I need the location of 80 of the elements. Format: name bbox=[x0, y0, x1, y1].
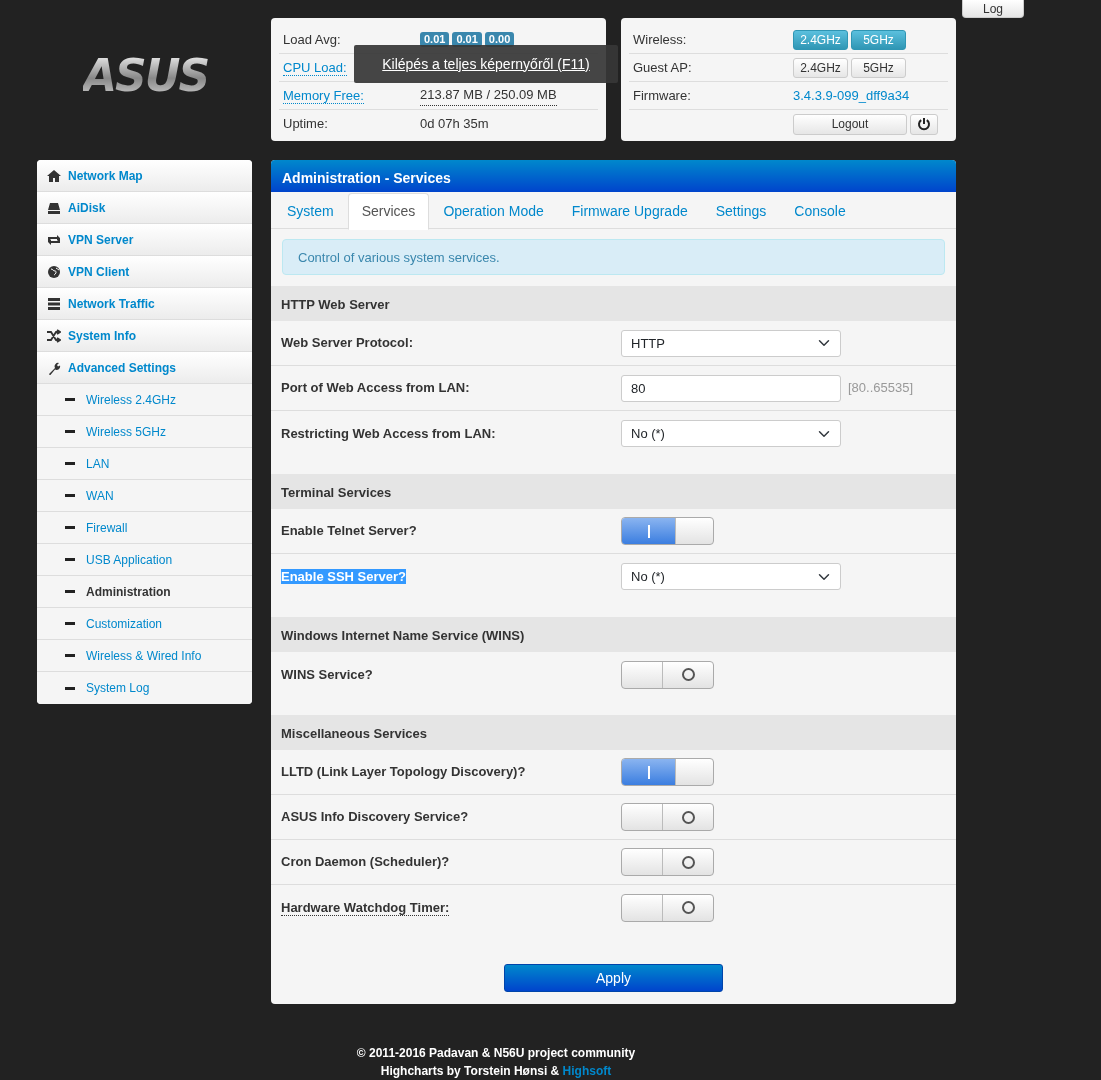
band-button[interactable]: 5GHz bbox=[851, 29, 906, 50]
field-label: Port of Web Access from LAN: bbox=[281, 380, 470, 396]
status-label: Load Avg: bbox=[283, 31, 341, 47]
tab[interactable]: Settings bbox=[701, 193, 781, 230]
dash-icon bbox=[65, 430, 75, 433]
power-icon bbox=[917, 117, 931, 131]
field-label: Web Server Protocol: bbox=[281, 335, 413, 351]
status-label: Wireless: bbox=[633, 31, 687, 47]
sidebar-item[interactable]: Advanced Settings bbox=[37, 352, 252, 384]
sidebar-item[interactable]: System Info bbox=[37, 320, 252, 352]
toggle-switch[interactable] bbox=[621, 803, 714, 831]
dash-icon bbox=[65, 558, 75, 561]
dash-icon bbox=[65, 590, 75, 593]
firmware-link[interactable]: 3.4.3.9-099_dff9a34 bbox=[793, 85, 910, 106]
sidebar-item[interactable]: VPN Client bbox=[37, 256, 252, 288]
select-field[interactable]: No (*) bbox=[621, 420, 841, 447]
field-label: WINS Service? bbox=[281, 666, 373, 682]
select-field[interactable]: No (*) bbox=[621, 563, 841, 590]
band-button[interactable]: 2.4GHz bbox=[793, 57, 848, 78]
apply-button[interactable]: Apply bbox=[504, 964, 723, 992]
toggle-switch[interactable] bbox=[621, 660, 714, 689]
wrench-icon bbox=[47, 360, 61, 375]
highsoft-link[interactable]: Highsoft bbox=[562, 1064, 612, 1078]
dash-icon bbox=[65, 686, 75, 690]
dash-icon bbox=[65, 654, 75, 657]
arrows-icon bbox=[47, 232, 61, 247]
sidebar-item[interactable]: AiDisk bbox=[37, 192, 252, 224]
copyright-text: © 2011-2016 Padavan & N56U project community bbox=[355, 1045, 637, 1062]
status-link[interactable]: Memory Free: bbox=[283, 87, 364, 104]
power-button[interactable] bbox=[910, 113, 938, 135]
section-header: Terminal Services bbox=[271, 474, 956, 509]
field-label: Hardware Watchdog Timer: bbox=[281, 899, 450, 916]
band-button[interactable]: 2.4GHz bbox=[793, 29, 848, 50]
tab[interactable]: Firmware Upgrade bbox=[557, 193, 702, 230]
select-field[interactable]: HTTP bbox=[621, 329, 841, 357]
tab[interactable]: Console bbox=[780, 193, 860, 230]
section-header: Windows Internet Name Service (WINS) bbox=[271, 617, 956, 652]
panel-title: Administration - Services bbox=[271, 160, 956, 192]
status-value: 0d 07h 35m bbox=[420, 115, 489, 134]
range-hint: [80..65535] bbox=[848, 379, 914, 398]
info-alert: Control of various system services. bbox=[282, 239, 945, 275]
section-header: HTTP Web Server bbox=[271, 286, 956, 321]
dash-icon bbox=[65, 494, 75, 497]
toggle-switch[interactable] bbox=[621, 517, 714, 545]
field-label: LLTD (Link Layer Topology Discovery)? bbox=[281, 764, 526, 780]
tab[interactable]: Operation Mode bbox=[429, 193, 558, 230]
sidebar-item[interactable]: Network Traffic bbox=[37, 288, 252, 320]
field-label: ASUS Info Discovery Service? bbox=[281, 809, 469, 825]
field-label: Restricting Web Access from LAN: bbox=[281, 425, 496, 441]
status-value: 213.87 MB / 250.09 MB bbox=[420, 85, 557, 106]
globe-icon bbox=[47, 264, 61, 279]
status-label: Guest AP: bbox=[633, 59, 692, 75]
fullscreen-notice: Kilépés a teljes képernyőről (F11) bbox=[354, 45, 618, 83]
shuffle-icon bbox=[47, 328, 61, 343]
field-label: Cron Daemon (Scheduler)? bbox=[281, 854, 450, 870]
status-label: Uptime: bbox=[283, 116, 328, 132]
dash-icon bbox=[65, 622, 75, 625]
status-link[interactable]: CPU Load: bbox=[283, 59, 347, 76]
sidebar-item[interactable]: VPN Server bbox=[37, 224, 252, 256]
field-label: Enable SSH Server? bbox=[281, 568, 406, 584]
dash-icon bbox=[65, 398, 75, 401]
band-button[interactable]: 5GHz bbox=[851, 57, 906, 78]
input-field[interactable]: 80 bbox=[621, 374, 841, 402]
credit-text: Highcharts by Torstein Hønsi & Highsoft bbox=[379, 1063, 613, 1080]
toggle-switch[interactable] bbox=[621, 848, 714, 876]
dash-icon bbox=[65, 462, 75, 465]
dash-icon bbox=[65, 526, 75, 529]
home-icon bbox=[47, 168, 61, 183]
field-label: Enable Telnet Server? bbox=[281, 523, 417, 539]
tab[interactable]: Services bbox=[347, 193, 430, 230]
drive-icon bbox=[47, 200, 61, 215]
log-button[interactable]: Log bbox=[962, 0, 1024, 18]
status-label: Firmware: bbox=[633, 87, 691, 103]
toggle-switch[interactable] bbox=[621, 758, 714, 786]
toggle-switch[interactable] bbox=[621, 893, 714, 922]
sidebar-item[interactable]: Network Map bbox=[37, 160, 252, 192]
section-header: Miscellaneous Services bbox=[271, 715, 956, 750]
logout-button[interactable]: Logout bbox=[793, 113, 907, 135]
tab[interactable]: System bbox=[273, 193, 348, 230]
list-icon bbox=[47, 296, 61, 311]
